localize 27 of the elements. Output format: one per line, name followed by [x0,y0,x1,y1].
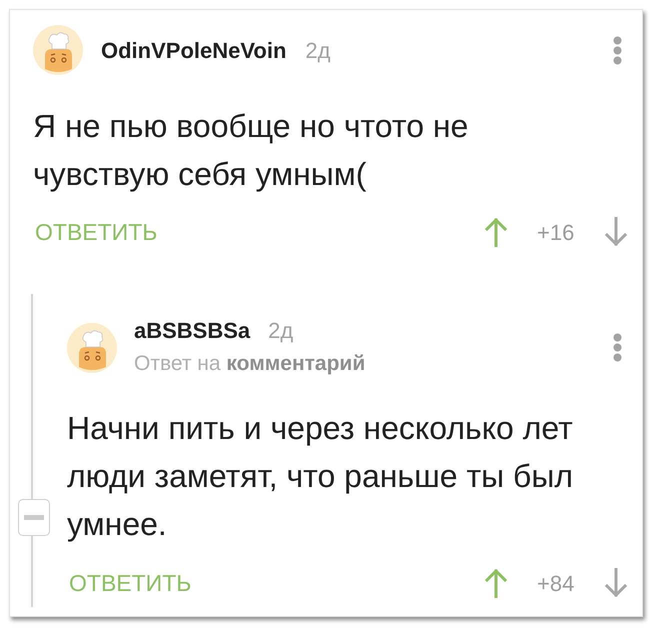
arrow-up-icon [485,217,507,247]
username[interactable]: aBSBSBSa [134,316,250,346]
more-button[interactable] [613,36,622,64]
downvote-button[interactable] [605,568,627,598]
downvote-button[interactable] [605,217,627,247]
arrow-down-icon [605,217,627,247]
comment-text: Начни пить и через несколько лет люди заметят, что раньше ты был умнее. [67,409,574,544]
reply-button[interactable]: ОТВЕТИТЬ [35,218,158,246]
upvote-button[interactable] [485,568,507,598]
reply-button[interactable]: ОТВЕТИТЬ [69,569,192,597]
more-icon [613,36,622,64]
more-button[interactable] [613,333,622,362]
avatar-icon [67,322,117,372]
minus-icon [24,515,44,520]
username[interactable]: OdinVPoleNeVoin [101,34,286,66]
arrow-down-icon [605,568,627,598]
arrow-up-icon [485,568,507,598]
score: +84 [537,570,576,598]
collapse-button[interactable] [18,499,50,536]
timestamp: 2д [268,317,294,345]
upvote-button[interactable] [485,217,507,247]
score: +16 [537,218,576,246]
more-icon [613,333,622,362]
timestamp: 2д [305,36,330,64]
reply-to-text[interactable]: Ответ на комментарий [134,349,366,379]
avatar-icon [33,25,83,75]
comment-text: Я не пью вообще но чтото не чувствую себя умным( [33,107,470,194]
